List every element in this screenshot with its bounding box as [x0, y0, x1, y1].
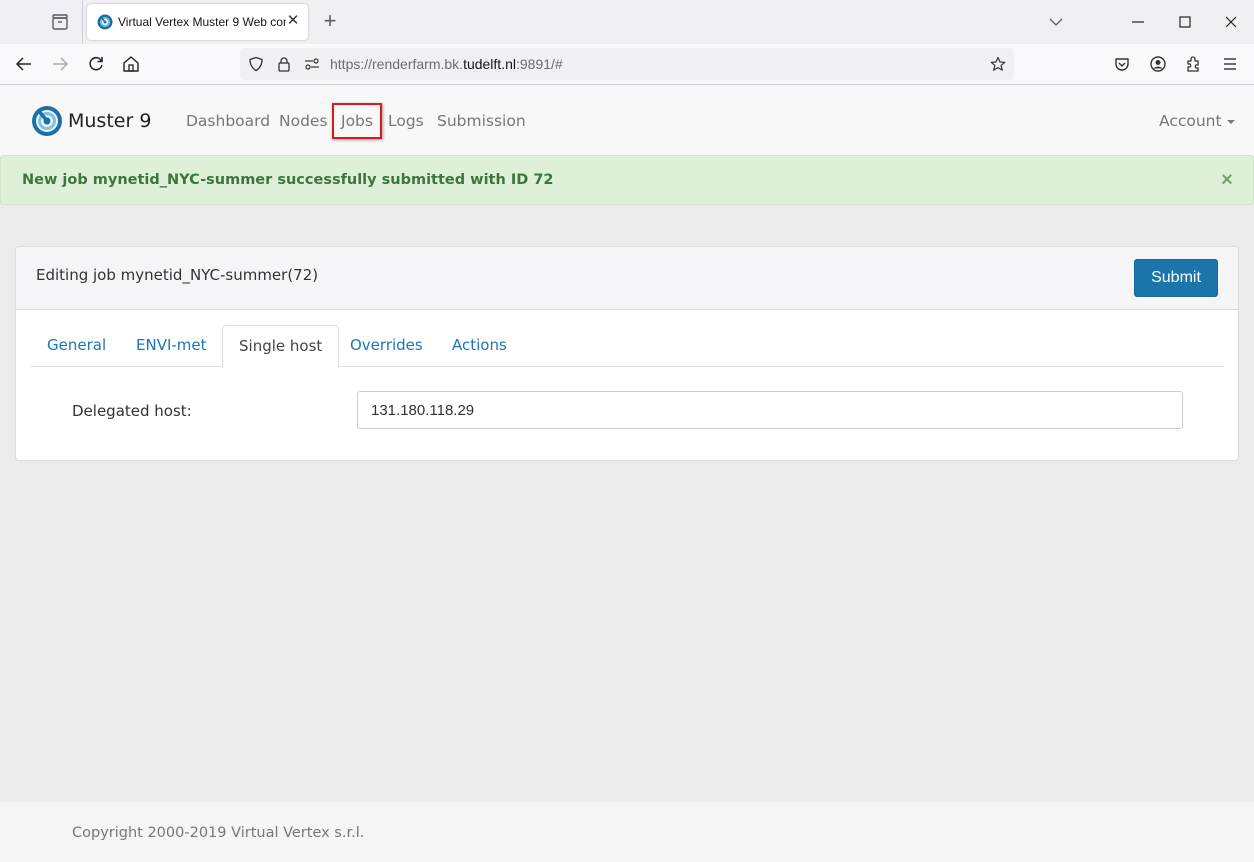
tab-strip-divider: [82, 0, 83, 44]
panel-title: Editing job mynetid_NYC-summer(72): [36, 266, 319, 284]
tab-single-host[interactable]: Single host: [222, 325, 340, 368]
submit-button[interactable]: Submit: [1134, 259, 1218, 297]
tab-envi-met[interactable]: ENVI-met: [120, 325, 223, 367]
url-suffix: :9891/#: [516, 56, 563, 72]
reload-icon[interactable]: [86, 54, 106, 74]
browser-tab-title: Virtual Vertex Muster 9 Web con: [118, 15, 286, 29]
app-navbar: Muster 9 Dashboard Nodes Jobs Logs Submi…: [0, 85, 1254, 156]
brand-name: Muster 9: [68, 110, 152, 132]
url-domain: tudelft.nl: [463, 56, 516, 72]
url-prefix: https://renderfarm.bk.: [330, 56, 464, 72]
account-dropdown[interactable]: Account: [1159, 112, 1235, 130]
pocket-icon[interactable]: [1112, 54, 1132, 74]
nav-submission[interactable]: Submission: [437, 112, 526, 130]
browser-toolbar: https://renderfarm.bk.tudelft.nl:9891/#: [0, 44, 1254, 85]
url-bar[interactable]: https://renderfarm.bk.tudelft.nl:9891/#: [240, 48, 1014, 80]
alert-message: New job mynetid_NYC-summer successfully …: [22, 172, 554, 188]
star-icon[interactable]: [990, 56, 1006, 72]
close-icon[interactable]: [1221, 12, 1241, 32]
footer: Copyright 2000-2019 Virtual Vertex s.r.l…: [0, 802, 1254, 862]
shield-icon[interactable]: [248, 56, 264, 72]
jobs-highlight-box: [332, 103, 382, 139]
nav-dashboard[interactable]: Dashboard: [186, 112, 270, 130]
muster-logo-icon: [31, 105, 63, 137]
browser-tab-strip: Virtual Vertex Muster 9 Web con ✕ +: [0, 0, 1254, 44]
tab-general[interactable]: General: [31, 325, 122, 367]
permissions-icon[interactable]: [304, 56, 320, 72]
caret-down-icon: [1226, 119, 1235, 124]
job-tabs: General ENVI-met Single host Overrides A…: [31, 325, 1224, 368]
success-alert: New job mynetid_NYC-summer successfully …: [0, 155, 1254, 205]
delegated-host-input[interactable]: [357, 391, 1183, 429]
arrow-right-icon[interactable]: [50, 54, 70, 74]
minimize-icon[interactable]: [1128, 12, 1148, 32]
chevron-down-icon[interactable]: [1046, 12, 1066, 32]
arrow-left-icon[interactable]: [14, 54, 34, 74]
hamburger-menu-icon[interactable]: [1220, 54, 1240, 74]
delegated-host-label: Delegated host:: [72, 402, 192, 420]
plus-icon[interactable]: +: [320, 10, 340, 32]
nav-logs[interactable]: Logs: [388, 112, 424, 130]
muster-logo-icon: [97, 14, 113, 30]
account-icon[interactable]: [1148, 54, 1168, 74]
tab-actions[interactable]: Actions: [436, 325, 523, 367]
account-label: Account: [1159, 112, 1222, 130]
copyright-text: Copyright 2000-2019 Virtual Vertex s.r.l…: [72, 825, 365, 841]
url-text[interactable]: https://renderfarm.bk.tudelft.nl:9891/#: [330, 56, 563, 72]
edit-job-panel: Editing job mynetid_NYC-summer(72) Submi…: [15, 246, 1239, 461]
puzzle-icon[interactable]: [1184, 54, 1204, 74]
lock-icon[interactable]: [276, 56, 292, 72]
tab-overrides[interactable]: Overrides: [334, 325, 439, 367]
close-icon[interactable]: ✕: [285, 13, 301, 29]
home-icon[interactable]: [121, 54, 141, 74]
close-icon[interactable]: ×: [1217, 169, 1237, 191]
panel-header: Editing job mynetid_NYC-summer(72) Submi…: [16, 247, 1238, 310]
tab-list-icon[interactable]: [50, 12, 70, 32]
nav-nodes[interactable]: Nodes: [279, 112, 328, 130]
browser-tab[interactable]: Virtual Vertex Muster 9 Web con ✕: [87, 4, 308, 40]
maximize-icon[interactable]: [1175, 12, 1195, 32]
